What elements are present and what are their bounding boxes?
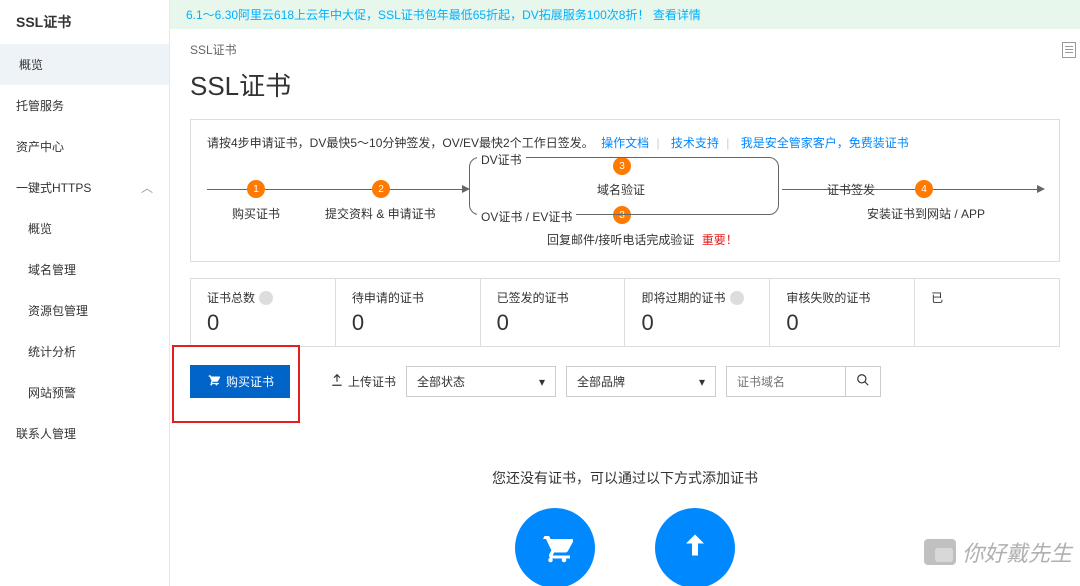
promo-text: 6.1～6.30阿里云618上云年中大促，SSL证书包年最低65折起，DV拓展服…: [186, 8, 649, 22]
upload-label: 上传证书: [348, 373, 396, 390]
upload-cert-link[interactable]: 上传证书: [330, 373, 396, 390]
search-button[interactable]: [846, 366, 881, 397]
watermark: 你好戴先生: [924, 536, 1072, 568]
flow-step2-label: 提交资料 & 申请证书: [325, 205, 436, 222]
search-wrap: [726, 366, 881, 397]
cart-icon: [206, 373, 220, 390]
stat-issued: 已签发的证书 0: [481, 279, 626, 346]
flow-step1-label: 购买证书: [232, 205, 280, 222]
promo-banner: 6.1～6.30阿里云618上云年中大促，SSL证书包年最低65折起，DV拓展服…: [170, 0, 1080, 29]
toolbar: 购买证书 上传证书 全部状态 ▾ 全部品牌 ▾: [190, 365, 1060, 398]
buy-cert-button[interactable]: 购买证书: [190, 365, 290, 398]
promo-link[interactable]: 查看详情: [653, 8, 701, 22]
sidebar-item-assets[interactable]: 资产中心: [0, 126, 169, 167]
sidebar-item-https-group[interactable]: 一键式HTTPS ︿: [0, 167, 169, 208]
doc-icon[interactable]: [1062, 42, 1076, 58]
sidebar-title: SSL证书: [0, 0, 169, 44]
upload-icon: [677, 530, 713, 566]
sidebar-sub-alert[interactable]: 网站预警: [0, 372, 169, 413]
sidebar-group-label: 一键式HTTPS: [16, 179, 91, 196]
step-badge-4: 4: [915, 180, 933, 198]
help-icon[interactable]: [730, 291, 744, 305]
status-select[interactable]: 全部状态 ▾: [406, 366, 556, 397]
step-badge-1: 1: [247, 180, 265, 198]
flow-bottom-text: 回复邮件/接听电话完成验证 重要！: [547, 231, 738, 248]
stat-total: 证书总数 0: [191, 279, 336, 346]
search-icon: [856, 373, 870, 387]
chevron-down-icon: ▾: [539, 375, 545, 389]
content: 6.1～6.30阿里云618上云年中大促，SSL证书包年最低65折起，DV拓展服…: [170, 0, 1080, 586]
domain-search-input[interactable]: [726, 366, 846, 397]
flow-issue-label: 证书签发: [827, 181, 875, 198]
sidebar-item-overview[interactable]: 概览: [0, 44, 169, 85]
page-title: SSL证书: [170, 58, 1080, 119]
sidebar-item-contacts[interactable]: 联系人管理: [0, 413, 169, 454]
flow-step4-label: 安装证书到网站 / APP: [867, 205, 985, 222]
empty-action-upload[interactable]: [655, 508, 735, 586]
cart-icon: [537, 530, 573, 566]
stat-failed: 审核失败的证书 0: [770, 279, 915, 346]
empty-state-text: 您还没有证书，可以通过以下方式添加证书: [170, 468, 1080, 488]
sidebar-sub-stats[interactable]: 统计分析: [0, 331, 169, 372]
stat-pending: 待申请的证书 0: [336, 279, 481, 346]
flow-verify-label: 域名验证: [597, 181, 645, 198]
empty-action-cart[interactable]: [515, 508, 595, 586]
chevron-down-icon: ▾: [699, 375, 705, 389]
arrow-icon: [1037, 185, 1045, 193]
sidebar-sub-domain[interactable]: 域名管理: [0, 249, 169, 290]
flow-diagram: 1 2 3 3 4 DV证书 OV证书 / EV证书 域名验证 购买证书 提交资…: [207, 167, 1043, 247]
instruction-link-support[interactable]: 技术支持: [671, 136, 719, 150]
sidebar-sub-resource[interactable]: 资源包管理: [0, 290, 169, 331]
stats-row: 证书总数 0 待申请的证书 0 已签发的证书 0 即将过期的证书 0 审核失败的…: [190, 278, 1060, 347]
instruction-text: 请按4步申请证书，DV最快5～10分钟签发，OV/EV最快2个工作日签发。 操作…: [207, 134, 1043, 151]
stat-cutoff: 已: [915, 279, 1060, 346]
chevron-up-icon: ︿: [141, 179, 153, 196]
sidebar-sub-overview[interactable]: 概览: [0, 208, 169, 249]
breadcrumb: SSL证书: [170, 29, 1080, 58]
help-icon[interactable]: [259, 291, 273, 305]
step-badge-2: 2: [372, 180, 390, 198]
important-label: 重要！: [702, 233, 738, 247]
buy-label: 购买证书: [226, 373, 274, 390]
sidebar: SSL证书 概览 托管服务 资产中心 一键式HTTPS ︿ 概览 域名管理 资源…: [0, 0, 170, 586]
flow-ovev-label: OV证书 / EV证书: [477, 208, 576, 225]
instruction-main: 请按4步申请证书，DV最快5～10分钟签发，OV/EV最快2个工作日签发。: [207, 136, 594, 150]
stat-expiring: 即将过期的证书 0: [625, 279, 770, 346]
brand-select[interactable]: 全部品牌 ▾: [566, 366, 716, 397]
instruction-link-free[interactable]: 我是安全管家客户，免费装证书: [741, 136, 909, 150]
instruction-box: 请按4步申请证书，DV最快5～10分钟签发，OV/EV最快2个工作日签发。 操作…: [190, 119, 1060, 262]
flow-dv-label: DV证书: [477, 151, 526, 168]
sidebar-item-hosting[interactable]: 托管服务: [0, 85, 169, 126]
upload-icon: [330, 373, 344, 390]
wechat-icon: [924, 539, 956, 565]
instruction-link-doc[interactable]: 操作文档: [601, 136, 649, 150]
